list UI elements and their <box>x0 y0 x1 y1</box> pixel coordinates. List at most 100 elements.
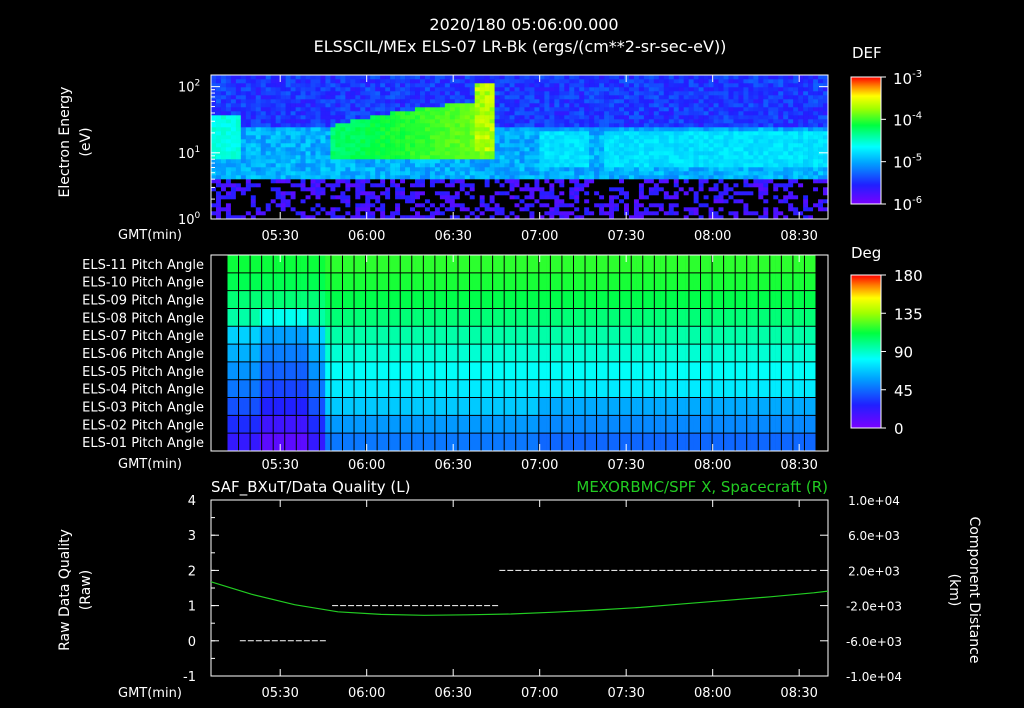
spectrogram-cell <box>320 143 326 148</box>
spectrogram-cell <box>514 187 520 192</box>
spectrogram-cell <box>768 87 774 92</box>
spectrogram-cell <box>434 195 441 200</box>
spectrogram-cell <box>539 179 545 184</box>
pitch-angle-cell <box>464 255 473 274</box>
spectrogram-cell <box>310 175 316 180</box>
spectrogram-cell <box>688 119 694 124</box>
spectrogram-cell <box>668 115 675 120</box>
spectrogram-cell <box>370 107 376 112</box>
spectrogram-cell <box>320 131 326 136</box>
spectrogram-cell <box>424 139 431 144</box>
spectrogram-cell <box>285 91 291 96</box>
spectrogram-cell <box>758 131 764 136</box>
spectrogram-cell <box>619 179 625 184</box>
spectrogram-cell <box>723 203 729 208</box>
spectrogram-cell <box>499 159 505 164</box>
spectrogram-cell <box>529 107 535 112</box>
spectrogram-cell <box>633 103 640 108</box>
spectrogram-cell <box>614 99 620 104</box>
spectrogram-cell <box>668 163 675 168</box>
spectrogram-cell <box>708 131 714 136</box>
spectrogram-cell <box>494 167 500 172</box>
spectrogram-cell <box>743 171 749 176</box>
spectrogram-cell <box>260 211 267 216</box>
spectrogram-cell <box>609 151 615 156</box>
pitch-angle-cell <box>284 361 293 381</box>
spectrogram-cell <box>668 79 675 84</box>
spectrogram-cell <box>529 207 535 212</box>
spectrogram-cell <box>444 151 451 156</box>
spectrogram-cell <box>708 111 714 116</box>
spectrogram-cell <box>380 75 386 80</box>
spectrogram-cell <box>773 99 779 104</box>
spectrogram-cell <box>474 211 480 216</box>
spectrogram-cell <box>783 115 789 120</box>
spectrogram-cell <box>589 171 595 176</box>
spectrogram-cell <box>559 103 565 108</box>
spectrogram-cell <box>803 151 809 156</box>
spectrogram-cell <box>400 179 406 184</box>
spectrogram-cell <box>330 147 336 152</box>
spectrogram-cell <box>434 163 441 168</box>
spectrogram-cell <box>235 179 242 184</box>
spectrogram-cell <box>375 211 381 216</box>
pitch-angle-cell <box>513 308 522 327</box>
spectrogram-cell <box>310 183 316 188</box>
spectrogram-cell <box>748 139 754 144</box>
spectrogram-cell <box>688 183 694 188</box>
spectrogram-cell <box>444 199 451 204</box>
spectrogram-cell <box>539 147 545 152</box>
spectrogram-cell <box>250 171 257 176</box>
spectrogram-cell <box>648 115 655 120</box>
spectrogram-cell <box>529 123 535 128</box>
spectrogram-cell <box>524 135 530 140</box>
spectrogram-cell <box>370 175 376 180</box>
spectrogram-cell <box>449 83 456 88</box>
spectrogram-cell <box>793 187 799 192</box>
pitch-angle-cell <box>382 255 391 274</box>
spectrogram-cell <box>390 111 396 116</box>
spectrogram-cell <box>230 91 237 96</box>
spectrogram-cell <box>753 119 759 124</box>
spectrogram-cell <box>225 163 232 168</box>
spectrogram-cell <box>220 191 227 196</box>
spectrogram-cell <box>459 119 466 124</box>
spectrogram-cell <box>648 103 655 108</box>
spectrogram-cell <box>559 75 565 80</box>
spectrogram-cell <box>335 147 341 152</box>
spectrogram-cell <box>410 79 416 84</box>
spectrogram-cell <box>768 147 774 152</box>
spectrogram-cell <box>663 191 670 196</box>
spectrogram-cell <box>245 147 252 152</box>
spectrogram-cell <box>534 83 540 88</box>
spectrogram-cell <box>778 115 784 120</box>
spectrogram-cell <box>813 163 819 168</box>
spectrogram-cell <box>494 143 500 148</box>
spectrogram-cell <box>300 183 306 188</box>
spectrogram-cell <box>514 91 520 96</box>
spectrogram-cell <box>569 91 575 96</box>
spectrogram-cell <box>818 123 824 128</box>
spectrogram-cell <box>748 191 754 196</box>
spectrogram-cell <box>464 83 471 88</box>
pitch-angle-cell <box>251 397 261 416</box>
spectrogram-cell <box>594 183 600 188</box>
spectrogram-cell <box>743 179 749 184</box>
spectrogram-cell <box>405 147 411 152</box>
spectrogram-cell <box>350 75 356 80</box>
spectrogram-cell <box>623 159 630 164</box>
spectrogram-cell <box>594 99 600 104</box>
spectrogram-cell <box>429 183 436 188</box>
spectrogram-cell <box>633 131 640 136</box>
spectrogram-cell <box>788 171 794 176</box>
pitch-angle-cell <box>480 255 490 274</box>
spectrogram-cell <box>375 75 381 80</box>
spectrogram-cell <box>589 187 595 192</box>
pitch-angle-cell <box>316 326 326 345</box>
spectrogram-cell <box>395 191 401 196</box>
spectrogram-cell <box>315 171 321 176</box>
spectrogram-cell <box>464 95 471 100</box>
pitch-angle-cell <box>308 397 318 416</box>
spectrogram-cell <box>514 203 520 208</box>
spectrogram-cell <box>265 119 272 124</box>
